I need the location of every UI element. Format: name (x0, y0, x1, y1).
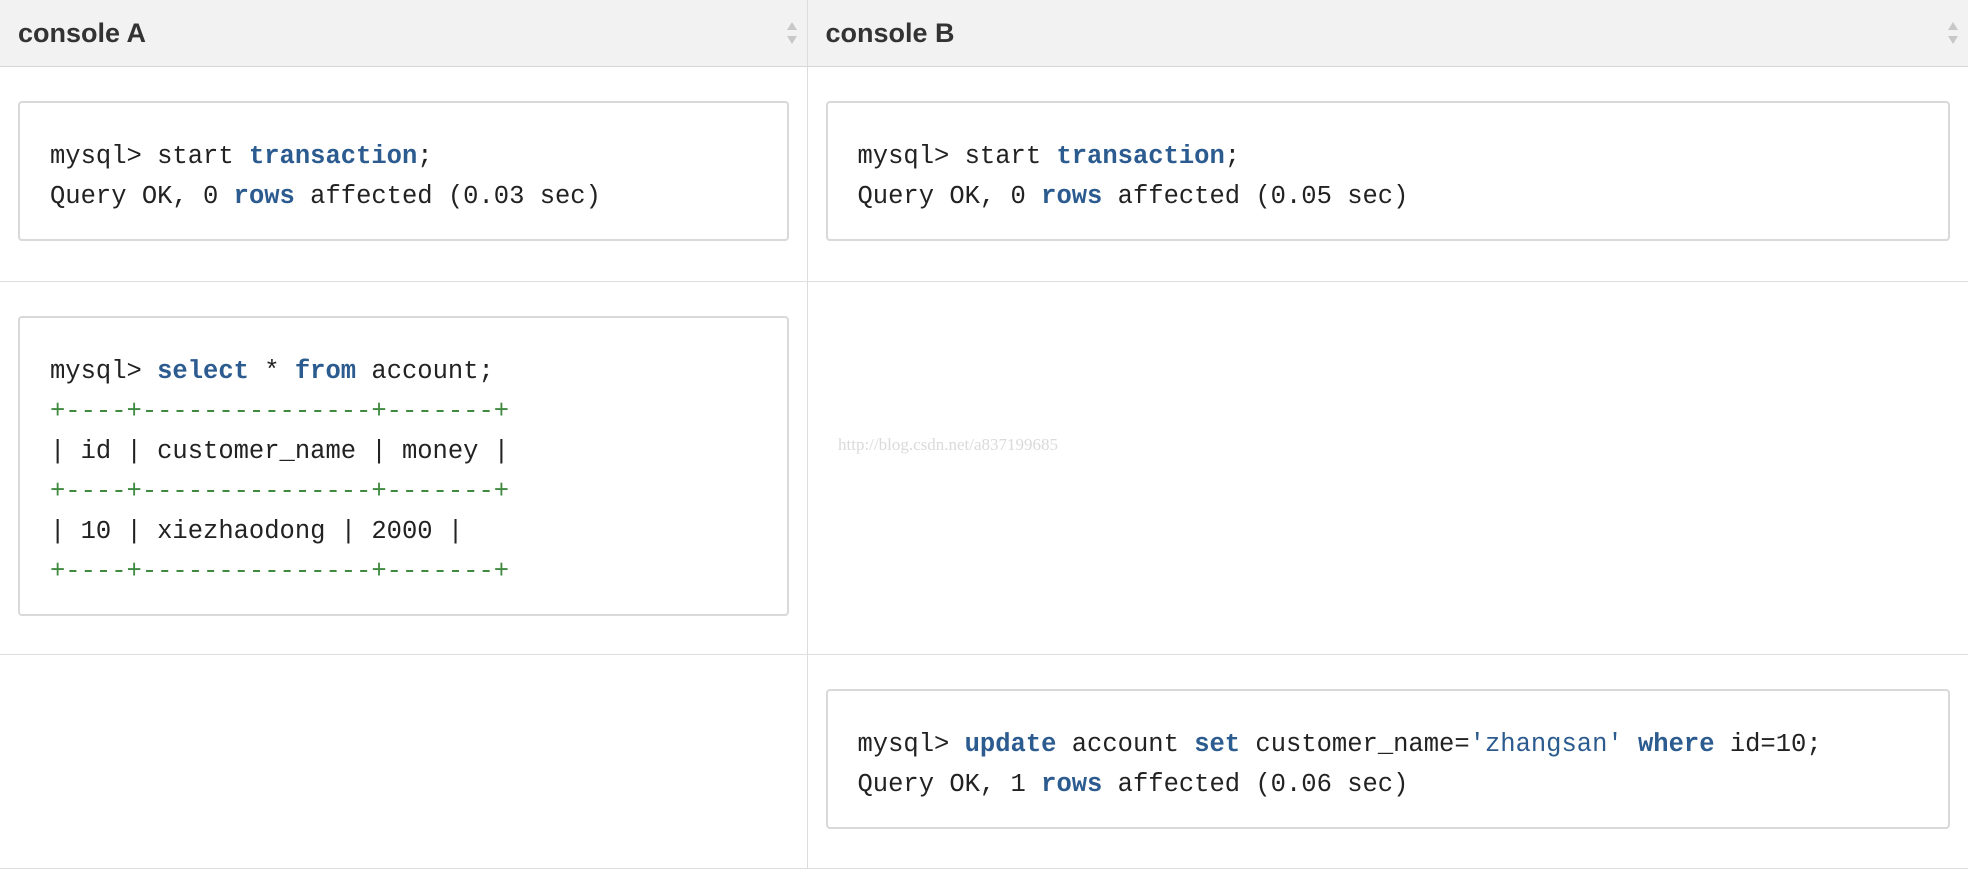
column-header-console-b[interactable]: console B (806, 0, 1968, 67)
sort-arrows-icon[interactable] (786, 22, 797, 44)
code-block: mysql> start transaction; Query OK, 0 ro… (18, 101, 789, 241)
cell-console-b-empty (806, 281, 1968, 655)
cell-console-a: mysql> select * from account; +----+----… (0, 281, 807, 655)
cell-console-b: mysql> update account set customer_name=… (806, 654, 1968, 869)
result-data-row: | 10 | xiezhaodong | 2000 | (50, 517, 464, 546)
watermark-text: http://blog.csdn.net/a837199685 (838, 435, 1059, 454)
cell-console-b: mysql> start transaction; Query OK, 0 ro… (806, 66, 1968, 282)
code-block: mysql> update account set customer_name=… (825, 689, 1950, 829)
header-row: console A console B (0, 0, 1968, 67)
table-row: mysql> start transaction; Query OK, 0 ro… (0, 66, 1968, 282)
result-border: +----+---------------+-------+ (50, 557, 510, 586)
column-header-label: console A (18, 17, 147, 48)
cell-console-a: mysql> start transaction; Query OK, 0 ro… (0, 66, 807, 282)
column-header-console-a[interactable]: console A (0, 0, 807, 67)
cell-console-a-empty (0, 654, 807, 869)
code-block: mysql> select * from account; +----+----… (18, 316, 789, 616)
table-row: mysql> select * from account; +----+----… (0, 281, 1968, 655)
result-header: | id | customer_name | money | (50, 437, 510, 466)
sort-arrows-icon[interactable] (1948, 22, 1958, 44)
column-header-label: console B (825, 17, 955, 48)
code-block: mysql> start transaction; Query OK, 0 ro… (825, 101, 1950, 241)
result-border: +----+---------------+-------+ (50, 477, 510, 506)
table-row: mysql> update account set customer_name=… (0, 654, 1968, 869)
result-border: +----+---------------+-------+ (50, 397, 510, 426)
